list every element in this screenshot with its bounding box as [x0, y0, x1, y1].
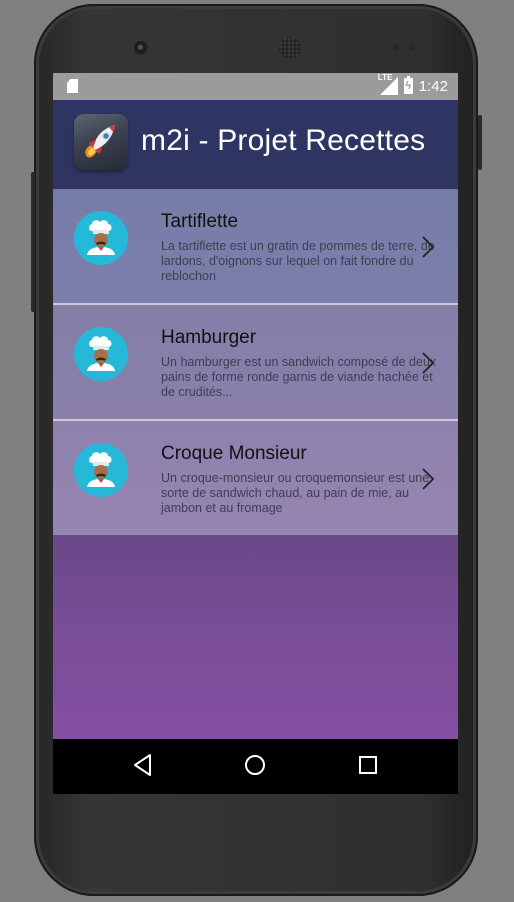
- chef-avatar-icon: [74, 211, 128, 265]
- status-bar: LTE ϟ 1:42: [53, 73, 458, 100]
- back-icon[interactable]: [133, 753, 153, 777]
- recipe-description: Un croque-monsieur ou croquemonsieur est…: [161, 471, 430, 515]
- front-camera: [134, 41, 148, 55]
- network-type-label: LTE: [377, 73, 393, 82]
- status-time: 1:42: [418, 77, 448, 95]
- recipe-list: Tartiflette La tartiflette est un gratin…: [53, 189, 458, 535]
- list-item[interactable]: Croque Monsieur Un croque-monsieur ou cr…: [53, 421, 458, 535]
- app-title: m2i - Projet Recettes: [141, 124, 426, 157]
- recipe-title: Croque Monsieur: [161, 443, 307, 464]
- battery-charging-icon: ϟ: [403, 76, 413, 94]
- proximity-sensor: [392, 44, 399, 51]
- earpiece-speaker: [279, 37, 301, 59]
- chef-avatar-icon: [74, 443, 128, 497]
- recipe-description: Un hamburger est un sandwich composé de …: [161, 355, 437, 399]
- app-bar: m2i - Projet Recettes: [53, 100, 458, 189]
- device-screen: LTE ϟ 1:42 m2i - Projet Recettes Tartifl…: [53, 73, 458, 794]
- rocket-icon: [74, 114, 128, 170]
- recipe-title: Hamburger: [161, 327, 257, 348]
- list-item[interactable]: Tartiflette La tartiflette est un gratin…: [53, 189, 458, 303]
- chevron-right-icon: [422, 236, 435, 258]
- recipe-title: Tartiflette: [161, 211, 239, 232]
- signal-icon: LTE: [378, 73, 398, 95]
- sd-card-icon: [67, 79, 78, 93]
- home-icon[interactable]: [244, 753, 266, 777]
- light-sensor: [408, 44, 415, 51]
- chef-avatar-icon: [74, 327, 128, 381]
- recipe-description: La tartiflette est un gratin de pommes d…: [161, 239, 435, 283]
- volume-button: [31, 172, 35, 312]
- power-button: [478, 115, 482, 170]
- chevron-right-icon: [422, 468, 435, 490]
- chevron-right-icon: [422, 352, 435, 374]
- list-item[interactable]: Hamburger Un hamburger est un sandwich c…: [53, 305, 458, 419]
- content-background: [53, 535, 458, 739]
- recents-icon[interactable]: [358, 753, 378, 777]
- navigation-bar: [53, 739, 458, 794]
